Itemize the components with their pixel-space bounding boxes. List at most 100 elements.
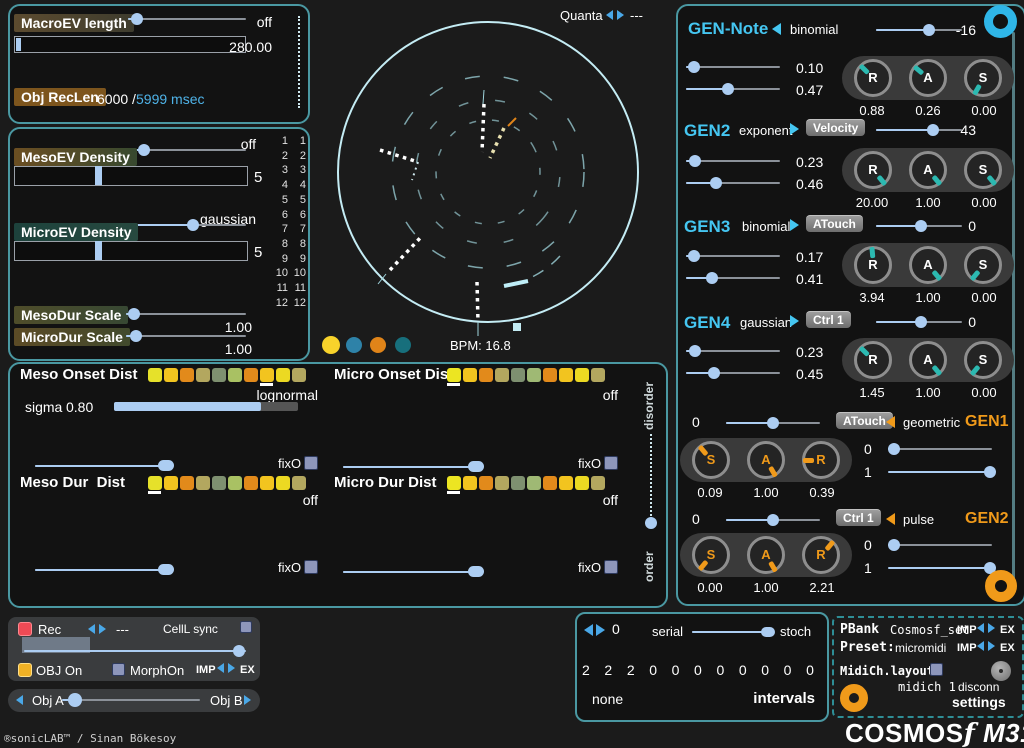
dist-cell[interactable]	[495, 476, 509, 490]
event-circle-display[interactable]	[330, 6, 652, 338]
micro-dur-fixo-checkbox[interactable]	[604, 560, 618, 574]
out-gen2-r1-slider[interactable]	[888, 539, 992, 551]
pbank-ex-icon[interactable]	[988, 623, 995, 633]
gen3-dist[interactable]: binomial	[742, 219, 790, 234]
knob-R[interactable]: R	[802, 536, 840, 574]
knob-A[interactable]: A	[909, 341, 947, 379]
knob-R[interactable]: R	[854, 151, 892, 189]
meso-dur-fixo-checkbox[interactable]	[304, 560, 318, 574]
dist-cell[interactable]	[591, 476, 605, 490]
value[interactable]: 0	[739, 662, 747, 678]
obj-a-arrow-icon[interactable]	[16, 695, 23, 705]
dist-cell[interactable]	[292, 476, 306, 490]
value[interactable]: 0	[694, 662, 702, 678]
dist-cell[interactable]	[479, 368, 493, 382]
dist-cell[interactable]	[463, 368, 477, 382]
dist-cell[interactable]	[495, 368, 509, 382]
dist-cell[interactable]	[543, 368, 557, 382]
mesoev-density-slider[interactable]	[136, 144, 246, 156]
dist-cell[interactable]	[543, 476, 557, 490]
gen-note-activity-button[interactable]	[984, 5, 1017, 38]
dist-cell[interactable]	[447, 476, 461, 490]
gen3-target-button[interactable]: ATouch	[806, 215, 863, 232]
settings-button[interactable]: settings	[952, 694, 1006, 710]
gen2-target-button[interactable]: Velocity	[806, 119, 865, 136]
dist-cell[interactable]	[591, 368, 605, 382]
gen-note-slider-2[interactable]	[686, 83, 780, 95]
knob-R[interactable]: R	[854, 59, 892, 97]
value[interactable]: 2	[627, 662, 635, 678]
out-gen1-r2-slider[interactable]	[888, 466, 992, 478]
gen2-dist[interactable]: exponent	[739, 123, 793, 138]
dist-cell[interactable]	[276, 368, 290, 382]
dist-cell[interactable]	[559, 476, 573, 490]
out-gen2-activity-button[interactable]	[985, 570, 1017, 602]
dist-cell[interactable]	[447, 368, 461, 382]
gen4-slider-2[interactable]	[686, 367, 780, 379]
dist-cell[interactable]	[164, 368, 178, 382]
dist-cell[interactable]	[527, 368, 541, 382]
rec-imp-icon[interactable]	[217, 663, 224, 673]
pbank-activity-button[interactable]	[840, 684, 868, 712]
obj-morph-slider[interactable]	[62, 694, 200, 706]
dist-cell[interactable]	[228, 368, 242, 382]
value[interactable]: 0	[672, 662, 680, 678]
knob-R[interactable]: R	[854, 246, 892, 284]
rec-position-slider[interactable]	[24, 645, 246, 657]
rec-checkbox[interactable]	[18, 622, 32, 636]
knob-S[interactable]: S	[964, 341, 1002, 379]
midi-connect-knob[interactable]	[991, 661, 1011, 681]
dist-cell[interactable]	[511, 476, 525, 490]
intervals-none-label[interactable]: none	[592, 691, 623, 707]
gen-note-slider-1[interactable]	[686, 61, 780, 73]
gen4-slider-1[interactable]	[686, 345, 780, 357]
dist-cell[interactable]	[244, 368, 258, 382]
rec-prev-icon[interactable]	[88, 624, 95, 634]
out-gen1-arrow-icon[interactable]	[886, 416, 895, 428]
micro-dur-offset-slider[interactable]	[343, 566, 481, 578]
knob-A[interactable]: A	[747, 536, 785, 574]
value[interactable]: 2	[582, 662, 590, 678]
value[interactable]: 2	[604, 662, 612, 678]
dist-cell[interactable]	[575, 476, 589, 490]
macroev-length-slider[interactable]	[128, 13, 246, 25]
value[interactable]: 0	[716, 662, 724, 678]
dist-cell[interactable]	[260, 476, 274, 490]
dist-cell[interactable]	[292, 368, 306, 382]
dist-cell[interactable]	[511, 368, 525, 382]
macroev-position-bar[interactable]	[14, 36, 246, 53]
micro-onset-fixo-checkbox[interactable]	[604, 456, 618, 470]
gen3-arrow-icon[interactable]	[790, 219, 799, 231]
state-dot-orange[interactable]	[370, 337, 386, 353]
gen4-dist[interactable]: gaussian	[740, 315, 792, 330]
out-gen1-target-button[interactable]: ATouch	[836, 412, 893, 429]
out-gen1-r1-slider[interactable]	[888, 443, 992, 455]
gen3-slider-1[interactable]	[686, 250, 780, 262]
knob-R[interactable]: R	[854, 341, 892, 379]
knob-A[interactable]: A	[909, 151, 947, 189]
gen2-slider-2[interactable]	[686, 177, 780, 189]
preset-imp-icon[interactable]	[977, 641, 984, 651]
knob-S[interactable]: S	[692, 441, 730, 479]
out-gen2-top-slider[interactable]	[726, 514, 820, 526]
dist-cell[interactable]	[479, 476, 493, 490]
dist-cell[interactable]	[228, 476, 242, 490]
dist-cell[interactable]	[148, 368, 162, 382]
state-dot-yellow[interactable]	[322, 336, 340, 354]
knob-A[interactable]: A	[909, 246, 947, 284]
dist-cell[interactable]	[196, 368, 210, 382]
mesoev-density-bar[interactable]	[14, 166, 248, 186]
order-slider-thumb[interactable]	[645, 517, 657, 529]
gen2-slider-1[interactable]	[686, 155, 780, 167]
out-gen2-target-button[interactable]: Ctrl 1	[836, 509, 881, 526]
serial-stoch-slider[interactable]	[692, 626, 774, 638]
out-gen2-mode[interactable]: pulse	[903, 512, 934, 527]
dist-cell[interactable]	[463, 476, 477, 490]
obj-on-checkbox[interactable]	[18, 663, 32, 677]
knob-S[interactable]: S	[964, 151, 1002, 189]
dist-cell[interactable]	[212, 476, 226, 490]
intervals-prev-icon[interactable]	[584, 624, 593, 636]
dist-cell[interactable]	[559, 368, 573, 382]
gen-note-dist[interactable]: binomial	[790, 22, 838, 37]
dist-cell[interactable]	[575, 368, 589, 382]
